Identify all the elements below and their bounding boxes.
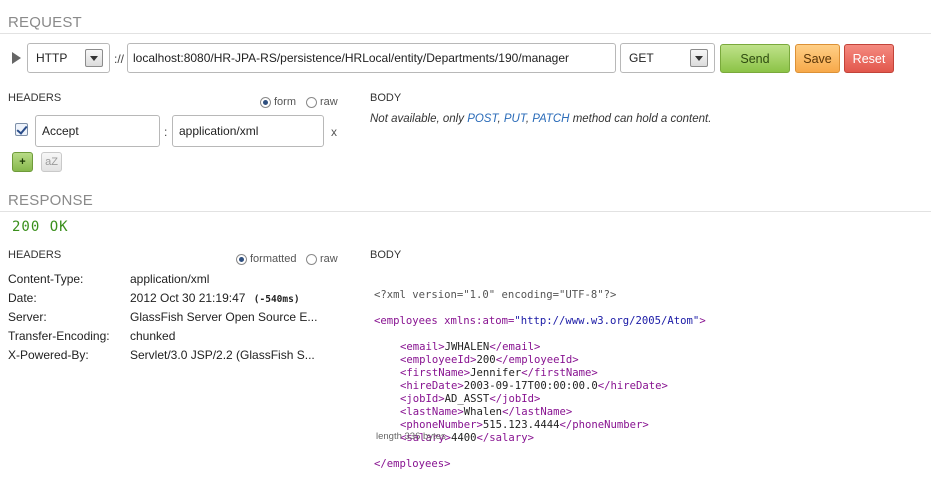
- headers-mode-raw-label: raw: [320, 96, 338, 108]
- request-body-title: BODY: [370, 92, 402, 104]
- method-select[interactable]: GET: [620, 43, 715, 73]
- xml-element-value: Whalen: [463, 406, 503, 418]
- add-header-button[interactable]: +: [12, 152, 33, 172]
- xml-root-open-close: >: [699, 315, 706, 327]
- xml-element-value: 2003-09-17T00:00:00.0: [463, 380, 598, 392]
- xml-declaration: <?xml version="1.0" encoding="UTF-8"?>: [374, 289, 617, 301]
- response-header-value: chunked: [130, 329, 176, 343]
- xml-root-tag: <employees: [374, 315, 438, 327]
- xml-element-value: 4400: [451, 432, 477, 444]
- response-time-badge: (-540ms): [253, 294, 300, 305]
- xml-root-open: <employees xmlns:atom="http://www.w3.org…: [374, 315, 706, 328]
- method-select-value: GET: [629, 51, 654, 65]
- xml-element-line: <employeeId>200</employeeId>: [374, 354, 706, 367]
- xml-open-tag: <firstName>: [400, 367, 471, 379]
- response-header-key: Date:: [8, 291, 37, 305]
- response-headers-title: HEADERS: [8, 249, 62, 261]
- response-body-title: BODY: [370, 249, 402, 261]
- send-button[interactable]: Send: [720, 44, 790, 73]
- triangle-right-icon[interactable]: [12, 52, 21, 64]
- xml-element-line: <hireDate>2003-09-17T00:00:00.0</hireDat…: [374, 380, 706, 393]
- xml-close-tag: </employeeId>: [495, 354, 579, 366]
- headers-mode-form-label: form: [274, 96, 296, 108]
- request-body-note: Not available, only POST, PUT, PATCH met…: [370, 113, 711, 125]
- xml-element-value: Jennifer: [470, 367, 522, 379]
- xml-open-tag: <email>: [400, 341, 445, 353]
- xml-close-tag: </lastName>: [502, 406, 573, 418]
- xml-element-value: 200: [476, 354, 496, 366]
- chevron-down-icon: [85, 49, 103, 67]
- headers-mode-raw[interactable]: raw: [306, 96, 338, 108]
- response-header-key: Server:: [8, 310, 47, 324]
- xml-element-value: 515.123.4444: [482, 419, 560, 431]
- xml-elements: <email>JWHALEN</email> <employeeId>200</e…: [374, 341, 706, 445]
- request-divider: [0, 33, 931, 34]
- response-header-value: application/xml: [130, 272, 210, 286]
- xml-root-attr-value: "http://www.w3.org/2005/Atom": [514, 315, 700, 327]
- response-divider: [0, 211, 931, 212]
- header-separator: :: [164, 125, 168, 139]
- request-body-note-suffix: method can hold a content.: [572, 113, 712, 125]
- header-name-input[interactable]: Accept: [35, 115, 160, 147]
- patch-method-link[interactable]: PATCH: [532, 113, 569, 125]
- response-header-value: 2012 Oct 30 21:19:47 (-540ms): [130, 291, 300, 305]
- response-body-xml: <?xml version="1.0" encoding="UTF-8"?> <…: [374, 276, 706, 484]
- header-value-input[interactable]: application/xml: [172, 115, 324, 147]
- xml-element-line: <email>JWHALEN</email>: [374, 341, 706, 354]
- response-header-key: X-Powered-By:: [8, 348, 89, 362]
- response-mode-formatted[interactable]: formatted: [236, 253, 296, 265]
- request-body-note-sep1: ,: [497, 113, 501, 125]
- save-button[interactable]: Save: [795, 44, 840, 73]
- xml-close-tag: </salary>: [476, 432, 534, 444]
- reset-button[interactable]: Reset: [844, 44, 894, 73]
- response-mode-raw[interactable]: raw: [306, 253, 338, 265]
- xml-element-line: <jobId>AD_ASST</jobId>: [374, 393, 706, 406]
- protocol-select[interactable]: HTTP: [27, 43, 110, 73]
- post-method-link[interactable]: POST: [467, 113, 497, 125]
- headers-mode-form[interactable]: form: [260, 96, 296, 108]
- url-separator: ://: [114, 52, 125, 66]
- protocol-select-value: HTTP: [36, 51, 68, 65]
- xml-element-value: JWHALEN: [444, 341, 490, 353]
- request-body-note-prefix: Not available, only: [370, 113, 464, 125]
- xml-open-tag: <phoneNumber>: [400, 419, 483, 431]
- header-remove-button[interactable]: x: [331, 125, 337, 139]
- chevron-down-icon: [690, 49, 708, 67]
- xml-element-line: <firstName>Jennifer</firstName>: [374, 367, 706, 380]
- request-section-title: REQUEST: [8, 14, 82, 31]
- xml-element-line: <lastName>Whalen</lastName>: [374, 406, 706, 419]
- xml-open-tag: <jobId>: [400, 393, 445, 405]
- put-method-link[interactable]: PUT: [504, 113, 526, 125]
- radio-on-icon: [260, 96, 271, 108]
- sort-headers-button[interactable]: aZ: [41, 152, 62, 172]
- xml-open-tag: <lastName>: [400, 406, 464, 418]
- status-code: 200 OK: [12, 219, 69, 235]
- radio-on-icon: [236, 253, 247, 265]
- url-input[interactable]: localhost:8080/HR-JPA-RS/persistence/HRL…: [127, 43, 616, 73]
- xml-element-value: AD_ASST: [444, 393, 490, 405]
- xml-open-tag: <hireDate>: [400, 380, 464, 392]
- xml-close-tag: </jobId>: [489, 393, 541, 405]
- xml-open-tag: <employeeId>: [400, 354, 477, 366]
- response-header-key: Transfer-Encoding:: [8, 329, 110, 343]
- request-body-note-sep2: ,: [525, 113, 530, 125]
- response-header-value: Servlet/3.0 JSP/2.2 (GlassFish S...: [130, 348, 315, 362]
- radio-off-icon: [306, 253, 317, 265]
- response-mode-raw-label: raw: [320, 253, 338, 265]
- response-mode-formatted-label: formatted: [250, 253, 297, 265]
- header-enabled-checkbox[interactable]: [15, 123, 28, 136]
- xml-close-tag: </firstName>: [521, 367, 598, 379]
- xml-root-attr: xmlns:atom=: [444, 315, 515, 327]
- response-header-value: GlassFish Server Open Source E...: [130, 310, 318, 324]
- request-headers-title: HEADERS: [8, 92, 62, 104]
- xml-root-close: </employees>: [374, 458, 451, 470]
- response-length-note: length 336 bytes: [376, 431, 446, 442]
- response-section-title: RESPONSE: [8, 192, 93, 209]
- radio-off-icon: [306, 96, 317, 108]
- response-header-key: Content-Type:: [8, 272, 84, 286]
- xml-close-tag: </email>: [489, 341, 541, 353]
- response-header-date: 2012 Oct 30 21:19:47: [130, 291, 246, 305]
- xml-close-tag: </hireDate>: [597, 380, 668, 392]
- xml-close-tag: </phoneNumber>: [559, 419, 649, 431]
